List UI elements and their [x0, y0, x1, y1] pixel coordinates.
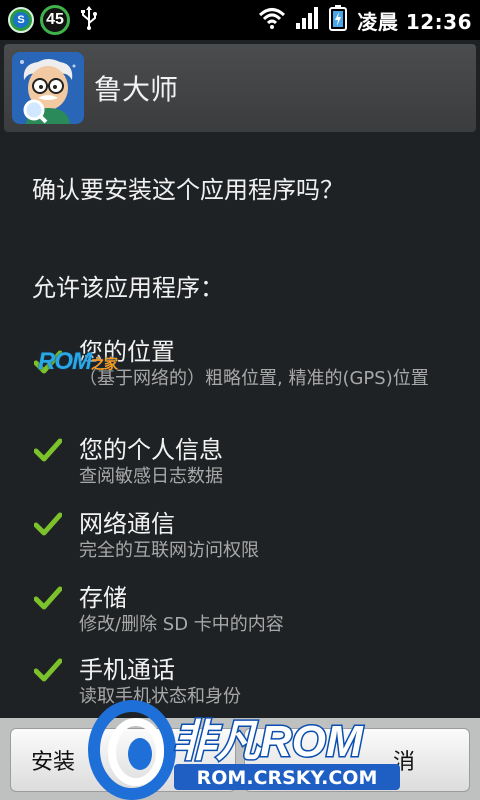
permission-title: 网络通信	[79, 510, 175, 538]
rom-home-watermark: ROM之家	[38, 348, 118, 376]
permission-title: 您的个人信息	[79, 436, 223, 464]
watermark-rom-text: ROM	[38, 348, 92, 375]
permission-desc: 修改/删除 SD 卡中的内容	[79, 614, 284, 635]
permission-title: 手机通话	[79, 656, 175, 684]
install-confirmation-text: 确认要安装这个应用程序吗？	[32, 176, 344, 204]
permissions-heading: 允许该应用程序：	[32, 274, 224, 302]
watermark-brand-url: ROM.CRSKY.COM	[197, 767, 378, 789]
crsky-rom-watermark: 非凡ROM ROM.CRSKY.COM	[86, 698, 416, 800]
permission-title: 存储	[79, 584, 127, 612]
app-name: 鲁大师	[94, 73, 179, 106]
check-icon	[34, 512, 62, 536]
check-icon	[34, 586, 62, 610]
battery-charging-icon	[329, 5, 348, 35]
status-bar: S 45 凌晨 12:36	[0, 0, 480, 40]
app-header: 鲁大师	[4, 44, 476, 132]
wifi-icon	[259, 7, 286, 33]
app-notification-icon[interactable]: S	[8, 7, 34, 33]
permission-desc: 查阅敏感日志数据	[79, 466, 223, 487]
check-icon	[34, 658, 62, 682]
signal-icon	[295, 6, 319, 34]
permission-desc: （基于网络的）粗略位置, 精准的(GPS)位置	[79, 368, 429, 389]
watermark-brand-title: 非凡ROM	[172, 717, 364, 766]
master-lu-app-icon	[12, 52, 84, 124]
permission-desc: 完全的互联网访问权限	[79, 540, 259, 561]
clock: 凌晨 12:36	[357, 9, 472, 34]
watermark-rom-suffix: 之家	[91, 356, 118, 372]
notification-counter-icon[interactable]: 45	[40, 5, 70, 35]
usb-icon	[80, 6, 98, 34]
check-icon	[34, 438, 62, 462]
